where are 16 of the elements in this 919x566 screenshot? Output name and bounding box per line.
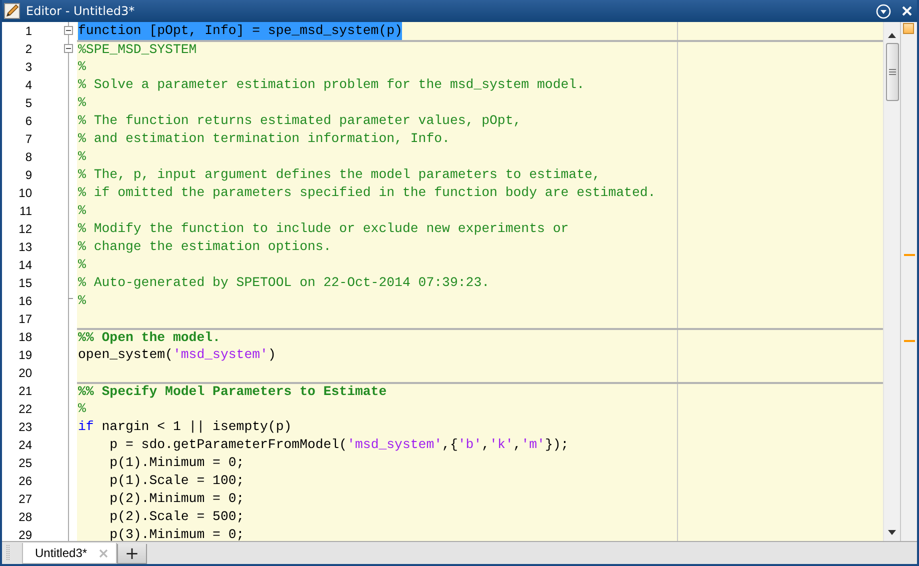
scroll-down-icon[interactable]	[888, 530, 896, 535]
new-tab-button[interactable]: +	[117, 544, 148, 564]
editor-tab[interactable]: Untitled3*	[22, 543, 118, 564]
vertical-scrollbar[interactable]	[883, 22, 900, 541]
warning-marker[interactable]	[904, 340, 915, 342]
grip-icon	[6, 545, 10, 561]
dropdown-icon[interactable]	[876, 4, 891, 18]
collapse-icon[interactable]	[64, 26, 73, 35]
scrollbar-thumb[interactable]	[886, 43, 898, 101]
scroll-up-icon[interactable]	[888, 33, 896, 38]
window-title: Editor - Untitled3*	[26, 4, 135, 18]
warning-marker[interactable]	[904, 254, 915, 256]
pencil-icon	[4, 3, 20, 19]
collapse-icon[interactable]	[64, 44, 73, 53]
status-indicator[interactable]	[903, 23, 914, 34]
grip-icon	[888, 69, 896, 75]
